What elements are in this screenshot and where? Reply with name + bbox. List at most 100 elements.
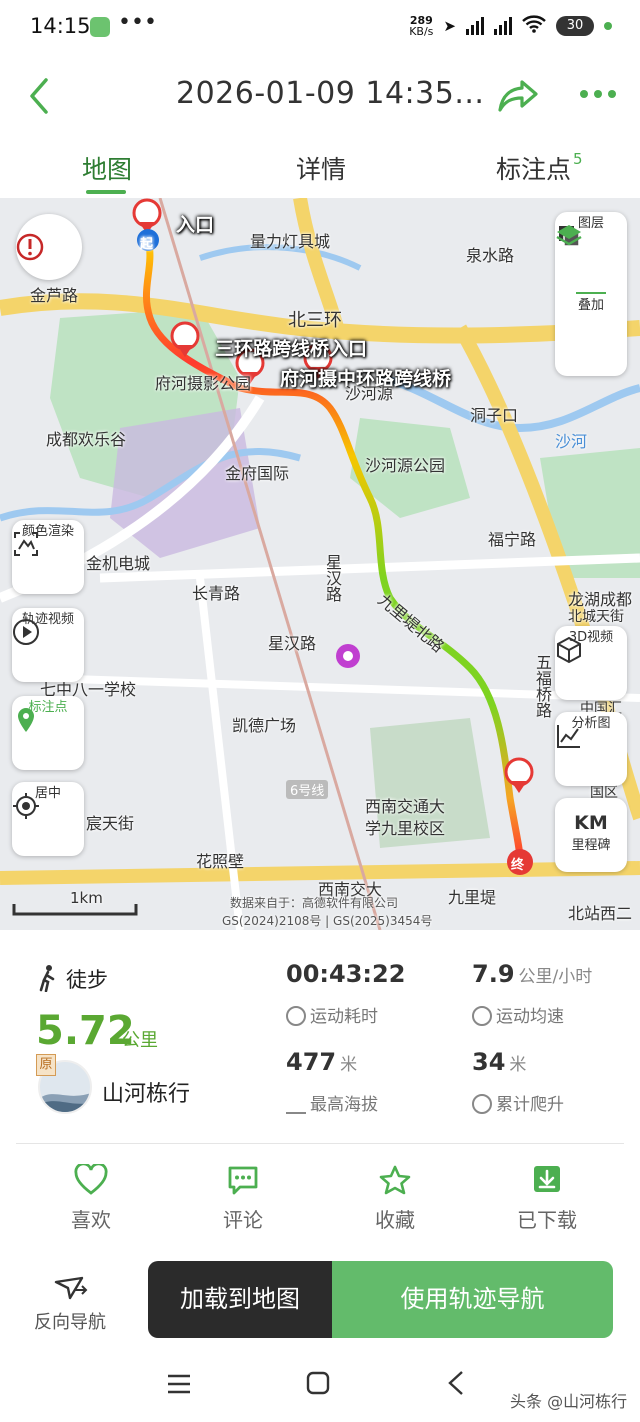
home-icon[interactable] <box>306 1371 330 1395</box>
label-kaide: 凯德广场 <box>232 716 297 735</box>
alert-icon <box>16 233 44 261</box>
reverse-nav-button[interactable]: 反向导航 <box>20 1274 120 1334</box>
map-view[interactable]: 起 终 入口 量力灯具城 泉水路 金芦路 北三环 三环路跨线桥入口 府河摄影公园… <box>0 198 640 930</box>
signal-2-icon <box>494 17 512 35</box>
comment-button[interactable]: 评论 <box>188 1164 298 1233</box>
activity-type: 徒步 <box>66 968 108 992</box>
label-xinghan: 星汉路 <box>323 554 342 602</box>
download-icon <box>534 1166 560 1192</box>
comment-icon <box>228 1166 258 1195</box>
action-row: 喜欢 评论 收藏 已下载 <box>0 1150 640 1250</box>
total-climb-label: 累计爬升 <box>472 1090 564 1115</box>
chart-icon <box>557 725 580 748</box>
page-title: 2026-01-09 14:35... <box>176 76 485 111</box>
original-badge: 原 <box>36 1054 56 1076</box>
duration-label: 运动耗时 <box>286 1002 378 1027</box>
overlay-button[interactable]: 叠加 <box>555 225 627 313</box>
layer-panel: 图层 叠加 <box>555 212 627 376</box>
favorite-button[interactable]: 收藏 <box>340 1164 450 1233</box>
start-label: 起 <box>140 237 154 252</box>
end-label: 终 <box>511 858 525 873</box>
analysis-button[interactable]: 分析图 <box>555 712 627 786</box>
label-jinfu: 金府国际 <box>225 464 290 483</box>
stack-icon <box>556 225 582 246</box>
tab-map[interactable]: 地图 <box>82 150 132 186</box>
charging-dot <box>604 22 612 30</box>
stats-panel: 徒步 5.72 公里 原 山河栋行 00:43:22 运动耗时 7.9 公里/小时… <box>0 930 640 1145</box>
distance-unit: 公里 <box>122 1030 158 1051</box>
downloaded-button[interactable]: 已下载 <box>492 1164 602 1233</box>
label-chentian: 宸天街 <box>86 814 135 833</box>
label-entrance: 入口 <box>176 214 215 236</box>
label-fuhe-photo: 府河摄影公园 <box>155 374 252 393</box>
tab-active-indicator <box>86 190 126 194</box>
more-options-button[interactable] <box>578 82 618 106</box>
km-icon: KM <box>574 812 608 834</box>
back-button[interactable] <box>22 74 58 118</box>
label-jiulidi: 九里堤 <box>448 888 497 907</box>
back-nav-icon[interactable] <box>446 1370 466 1396</box>
avg-speed: 7.9 公里/小时 <box>472 960 593 988</box>
avg-speed-label: 运动均速 <box>472 1002 564 1027</box>
header: 2026-01-09 14:35... <box>0 56 640 136</box>
label-jinji: 金机电城 <box>86 554 151 573</box>
tab-marks[interactable]: 标注点 5 <box>496 150 583 186</box>
label-bridge-in: 三环路跨线桥入口 <box>215 338 368 360</box>
label-quanshui: 泉水路 <box>466 246 515 265</box>
center-button[interactable]: 居中 <box>12 782 84 856</box>
label-huazhao: 花照壁 <box>196 852 245 871</box>
max-altitude-label: 最高海拔 <box>286 1090 378 1115</box>
distance-value: 5.72 <box>36 1008 135 1054</box>
track-video-button[interactable]: 轨迹视频 <box>12 608 84 682</box>
label-shaheyuan-park: 沙河源公园 <box>365 456 446 475</box>
color-render-button[interactable]: 颜色渲染 <box>12 520 84 594</box>
map-copyright: 数据来自于：高德软件有限公司 <box>230 896 399 910</box>
label-shahe: 沙河 <box>555 432 588 451</box>
label-light-market: 量力灯具城 <box>250 232 331 251</box>
tab-marks-badge: 5 <box>573 150 583 168</box>
signal-icon <box>466 17 484 35</box>
share-button[interactable] <box>496 76 540 116</box>
wifi-icon <box>522 15 546 37</box>
label-swjtu: 西南交通大学九里校区 <box>365 797 446 838</box>
load-to-map-button[interactable]: 加载到地图 <box>148 1261 332 1338</box>
more-dots-icon <box>580 90 616 98</box>
footprint-icon <box>18 708 34 732</box>
map-copyright-gs: GS(2024)2108号 | GS(2025)3454号 <box>222 914 433 928</box>
label-dongzikou: 洞子口 <box>470 406 519 425</box>
label-shaheyuan: 沙河源 <box>345 384 394 403</box>
climb-icon <box>472 1094 492 1114</box>
label-funing: 福宁路 <box>488 530 537 549</box>
cube-icon <box>557 636 581 664</box>
railway <box>158 198 382 930</box>
label-xinghan-2: 星汉路 <box>268 634 317 653</box>
play-icon <box>13 619 39 645</box>
marks-button[interactable]: 标注点 <box>12 696 84 770</box>
alert-button[interactable] <box>16 214 82 280</box>
like-button[interactable]: 喜欢 <box>36 1164 146 1233</box>
label-beizhan: 北站西二 <box>568 904 633 923</box>
tab-details[interactable]: 详情 <box>296 150 346 186</box>
back-arrow-icon <box>30 78 48 114</box>
system-nav-bar: 头条 @山河栋行 <box>0 1352 640 1422</box>
reverse-nav-icon <box>54 1276 88 1300</box>
divider <box>16 1143 624 1144</box>
mountain-icon <box>286 1094 306 1114</box>
label-jinsha: 金芦路 <box>30 286 79 305</box>
author-name[interactable]: 山河栋行 <box>102 1076 190 1108</box>
send-icon: ➤ <box>443 17 456 35</box>
menu-icon[interactable] <box>166 1372 192 1396</box>
crosshair-icon <box>13 793 39 819</box>
track-navigation-button[interactable]: 使用轨迹导航 <box>332 1261 613 1338</box>
milestone-button[interactable]: KM 里程碑 <box>555 798 627 872</box>
video-3d-button[interactable]: 3D视频 <box>555 626 627 700</box>
net-speed: 289 KB/s <box>409 14 434 38</box>
label-ring3: 北三环 <box>288 310 342 331</box>
battery-icon: 30 <box>556 16 594 36</box>
status-time: 14:15 <box>30 14 91 38</box>
stopwatch-icon <box>286 1006 306 1026</box>
label-longhu-2: 北城天街 <box>568 609 624 625</box>
label-chengdu-park: 成都欢乐谷 <box>46 430 127 449</box>
watermark: 头条 @山河栋行 <box>510 1392 628 1411</box>
tab-bar: 地图 详情 标注点 5 <box>0 136 640 198</box>
